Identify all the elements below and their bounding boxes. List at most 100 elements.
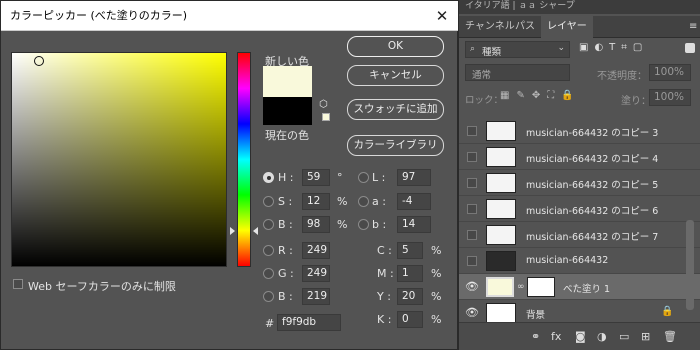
layer-mask-thumbnail[interactable]: [527, 277, 555, 297]
character-strip-text: イタリア語 | ａａ シャープ: [465, 1, 575, 11]
fill-layer-thumbnail[interactable]: [486, 277, 514, 297]
layers-panel: イタリア語 | ａａ シャープ チャンネル パス レイヤー ≡ ⌕ 種類 ⌄ ▣…: [458, 0, 700, 350]
input-h[interactable]: 59: [302, 169, 330, 186]
layer-row[interactable]: musician-664432 のコピー 5: [459, 170, 700, 196]
radio-s[interactable]: [263, 196, 274, 207]
group-folder-icon[interactable]: ▭: [619, 330, 629, 343]
color-field[interactable]: [11, 52, 227, 267]
unit-m: %: [431, 267, 442, 280]
character-panel-strip: イタリア語 | ａａ シャープ: [459, 0, 700, 14]
link-icon[interactable]: ∞: [517, 282, 525, 292]
layer-row[interactable]: musician-664432: [459, 248, 700, 274]
current-color-label: 現在の色: [265, 129, 309, 142]
label-s: S :: [278, 195, 293, 208]
input-l[interactable]: 97: [397, 169, 431, 186]
tab-channels[interactable]: チャンネル: [465, 16, 515, 38]
layer-row[interactable]: musician-664432 のコピー 6: [459, 196, 700, 222]
input-y[interactable]: 20: [397, 288, 423, 305]
layer-row[interactable]: musician-664432 のコピー 7: [459, 222, 700, 248]
radio-b[interactable]: [263, 219, 274, 230]
dialog-titlebar: カラーピッカー (べた塗りのカラー) ✕: [1, 1, 458, 31]
radio-l[interactable]: [358, 172, 369, 183]
tab-paths[interactable]: パス: [515, 16, 535, 38]
layer-row-selected[interactable]: 👁 ∞ べた塗り 1: [459, 274, 700, 300]
trash-icon[interactable]: 🗑: [663, 330, 677, 343]
color-picker-dialog: カラーピッカー (べた塗りのカラー) ✕ 新しい色 現在の色 ⬡ OK キャンセ…: [0, 0, 458, 350]
tab-layers[interactable]: レイヤー: [541, 16, 593, 38]
panel-tabbar: チャンネル パス レイヤー ≡: [459, 16, 700, 38]
layer-filter-icons[interactable]: ▣◐T⌗▢: [579, 42, 648, 53]
hex-input[interactable]: f9f9db: [277, 314, 341, 331]
new-layer-icon[interactable]: ⊞: [641, 330, 650, 343]
blend-mode-select[interactable]: 通常: [465, 64, 570, 81]
input-g[interactable]: 249: [302, 265, 330, 282]
layer-row[interactable]: musician-664432 のコピー 3: [459, 118, 700, 144]
label-h: H :: [278, 171, 294, 184]
opacity-label: 不透明度：: [597, 71, 647, 82]
hue-slider-left-arrow-icon[interactable]: [230, 227, 235, 235]
visibility-toggle[interactable]: [467, 230, 477, 240]
label-c: C :: [377, 244, 392, 257]
eye-icon[interactable]: 👁: [465, 280, 479, 293]
label-y: Y :: [377, 290, 391, 303]
color-picker-cursor[interactable]: [34, 56, 44, 66]
fill-label: 塗り：: [621, 96, 651, 107]
radio-r[interactable]: [263, 245, 274, 256]
add-mask-icon[interactable]: ◙: [575, 330, 586, 343]
input-k[interactable]: 0: [397, 311, 423, 328]
input-b[interactable]: 98: [302, 216, 330, 233]
layer-name: musician-664432: [526, 255, 609, 266]
kind-filter-select[interactable]: ⌕ 種類 ⌄: [465, 41, 570, 58]
color-libraries-button[interactable]: カラーライブラリ: [347, 135, 444, 156]
eye-icon[interactable]: 👁: [465, 306, 479, 319]
panel-menu-icon[interactable]: ≡: [689, 16, 697, 38]
hue-slider-right-arrow-icon[interactable]: [253, 227, 258, 235]
hue-slider[interactable]: [237, 52, 251, 267]
ok-button[interactable]: OK: [347, 36, 444, 57]
radio-b-rgb[interactable]: [263, 291, 274, 302]
input-m[interactable]: 1: [397, 265, 423, 282]
unit-h: °: [337, 171, 343, 184]
add-to-swatches-button[interactable]: スウォッチに追加: [347, 99, 444, 120]
input-a[interactable]: -4: [397, 193, 431, 210]
close-icon[interactable]: ✕: [434, 8, 450, 24]
radio-h[interactable]: [263, 172, 274, 183]
layer-thumbnail: [486, 147, 516, 167]
label-g: G :: [278, 267, 294, 280]
fx-icon[interactable]: fx: [551, 330, 561, 343]
layer-thumbnail: [486, 199, 516, 219]
gamut-cube-icon[interactable]: ⬡: [319, 99, 328, 110]
visibility-toggle[interactable]: [467, 126, 477, 136]
opacity-input[interactable]: 100%: [649, 64, 691, 81]
visibility-toggle[interactable]: [467, 256, 477, 266]
adjustment-layer-icon[interactable]: ◑: [597, 330, 607, 343]
web-safe-checkbox[interactable]: [13, 279, 23, 289]
visibility-toggle[interactable]: [467, 204, 477, 214]
lock-icons[interactable]: ▦✎✥⛶🔒: [500, 90, 581, 101]
input-s[interactable]: 12: [302, 193, 330, 210]
visibility-toggle[interactable]: [467, 152, 477, 162]
radio-g[interactable]: [263, 268, 274, 279]
link-layers-icon[interactable]: ⚭: [531, 330, 540, 343]
input-lab-b[interactable]: 14: [397, 216, 431, 233]
lock-icon: 🔒: [661, 306, 674, 317]
input-r[interactable]: 249: [302, 242, 330, 259]
input-b-rgb[interactable]: 219: [302, 288, 330, 305]
visibility-toggle[interactable]: [467, 178, 477, 188]
fill-input[interactable]: 100%: [649, 89, 691, 106]
radio-lab-b[interactable]: [358, 219, 369, 230]
dialog-title: カラーピッカー (べた塗りのカラー): [10, 9, 188, 22]
kind-filter-label: 種類: [482, 47, 502, 58]
lock-label: ロック：: [465, 95, 504, 106]
layer-row[interactable]: musician-664432 のコピー 4: [459, 144, 700, 170]
web-safe-swatch[interactable]: [322, 113, 330, 121]
new-color-swatch: [263, 66, 312, 97]
layer-name: musician-664432 のコピー 4: [526, 154, 659, 165]
current-color-swatch[interactable]: [263, 97, 312, 125]
filter-toggle-icon[interactable]: [685, 43, 695, 53]
layers-scrollbar[interactable]: [686, 220, 694, 310]
web-safe-label: Web セーフカラーのみに制限: [28, 280, 176, 293]
input-c[interactable]: 5: [397, 242, 423, 259]
cancel-button[interactable]: キャンセル: [347, 65, 444, 86]
radio-a[interactable]: [358, 196, 369, 207]
